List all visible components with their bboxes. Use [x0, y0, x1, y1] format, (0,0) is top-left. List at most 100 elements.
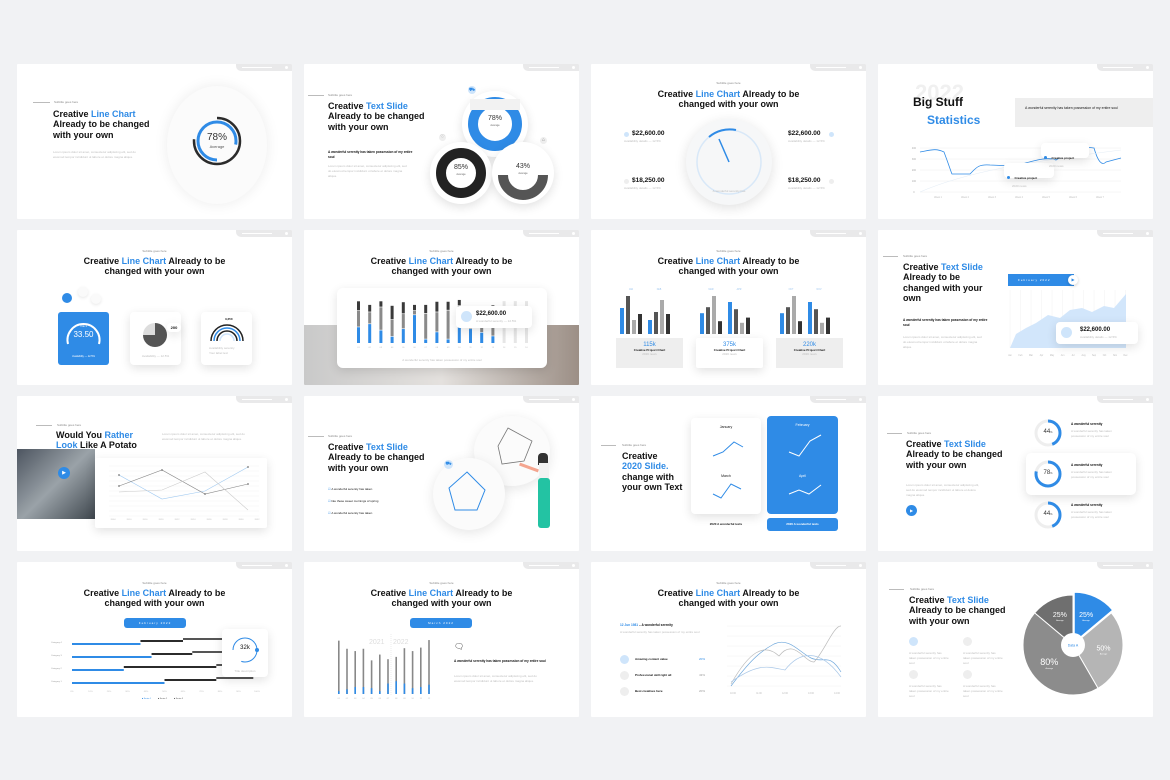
donut-label: Average — [518, 172, 528, 175]
pie-value: 200 — [167, 323, 181, 332]
month-selector[interactable]: February 2022 — [1008, 274, 1074, 286]
slide-8[interactable]: Subtitle goes here Creative Text Slide Al… — [878, 230, 1153, 385]
divider — [887, 433, 902, 434]
x-tick-label: 14:00 — [834, 693, 840, 695]
kicker: Subtitle goes here — [54, 100, 79, 104]
grouped-bar-chart: JAN FEB MAR APR OCT NOV — [620, 288, 830, 334]
slide-15[interactable]: Subtitle goes here Creative Line Chart A… — [591, 562, 866, 717]
slide-title: Creative 2020 Slide. change with your own … — [622, 451, 683, 493]
slice-value: 80% — [1040, 657, 1058, 667]
bar-segment — [72, 682, 165, 684]
footer-label: 2020 A wonderful texts — [709, 522, 743, 526]
x-tick-label: 13:00 — [808, 693, 814, 695]
play-button[interactable]: ▶ — [58, 467, 70, 479]
bar-segment — [413, 304, 416, 311]
bar-segment — [435, 332, 439, 343]
amount-caption: A wonderful serenity — 12.5% — [476, 319, 517, 323]
x-tick-label: 2016 — [143, 519, 149, 521]
x-tick-label: 02 — [368, 347, 371, 349]
kicker: Subtitle goes here — [328, 93, 353, 97]
gauge-label: Average — [209, 144, 225, 149]
legend-item: ■ Series 3 — [174, 697, 184, 700]
ring-title: A wonderful serenity — [1071, 422, 1103, 426]
wallet-icon — [461, 311, 472, 322]
slide-9[interactable]: Subtitle goes here Would You Rather Look … — [17, 396, 292, 551]
bar — [718, 321, 722, 334]
x-tick-label: 12:00 — [782, 693, 788, 695]
bar-segment — [192, 651, 226, 653]
play-button[interactable]: ▶ — [906, 505, 917, 516]
slide-13[interactable]: Subtitle goes here Creative Line Chart A… — [17, 562, 292, 717]
checklist: ☑ A wonderful serenity has taken ☑ like … — [328, 487, 378, 515]
line-chart: 2004 2010 2016 2020 2022 2024 2026 2028 2030 2032 — [109, 465, 260, 521]
series-line-2 — [730, 625, 842, 685]
amount-value: $22,600.00 — [632, 130, 665, 137]
x-tick-label: 05 — [370, 698, 373, 700]
ring-caption: Title description — [234, 669, 256, 673]
bar — [786, 307, 790, 334]
wallet-icon — [1061, 327, 1072, 338]
x-tick-label: 08 — [436, 347, 439, 349]
bar-segment — [480, 332, 484, 343]
footer-button[interactable]: 2020 A wonderful texts — [767, 518, 838, 531]
slide-14[interactable]: Subtitle goes here Creative Line Chart A… — [304, 562, 579, 717]
bar-highlight — [428, 684, 430, 694]
play-icon[interactable]: ▶ — [1068, 275, 1078, 285]
slide-tag — [236, 230, 292, 237]
bar — [728, 302, 732, 334]
bar-segment — [151, 653, 193, 655]
bar-segment — [424, 304, 428, 313]
bar-highlight — [379, 691, 381, 694]
bar-segment — [390, 305, 394, 320]
slide-6[interactable]: Subtitle goes here Creative Line Chart A… — [304, 230, 579, 385]
slide-1[interactable]: Subtitle goes here Creative Line Chart Al… — [17, 64, 292, 219]
x-tick-label: 12 — [428, 698, 431, 700]
bar — [798, 321, 802, 334]
x-tick-label: Week 6 — [1069, 197, 1077, 199]
stat-card-blue[interactable]: Title 4 33.50 Availability — 12.5% — [58, 312, 109, 365]
month-label: NOV — [817, 289, 822, 291]
slide-2[interactable]: Subtitle goes here Creative Text Slide Al… — [304, 64, 579, 219]
kicker: Subtitle goes here — [910, 587, 935, 591]
ring-title: A wonderful serenity — [1071, 463, 1103, 467]
stat-card-arc[interactable]: 3,250 Availability serenity Your label t… — [201, 312, 252, 365]
kicker: Subtitle goes here — [429, 581, 454, 585]
subhead: A wonderful serenity has taken possessio… — [903, 318, 988, 328]
slide-tag — [1097, 230, 1153, 237]
slide-4[interactable]: 2022 Big Stuff Statistics A wonderful se… — [878, 64, 1153, 219]
stat-card-pie[interactable]: 200 Availability — 12.5% — [130, 312, 181, 365]
month-label: OCT — [789, 289, 794, 291]
x-tick-label: 11 — [469, 347, 472, 349]
ring-value: 44% — [1043, 429, 1053, 435]
slide-title: Creative Line Chart Already to be change… — [657, 588, 800, 609]
group-sub: 2020 news — [802, 352, 817, 356]
bar-segment — [446, 310, 450, 339]
progress-ring: 44% — [1033, 418, 1063, 448]
bar-segment — [368, 304, 372, 312]
month-label: FEB — [657, 289, 662, 291]
tooltip: Creative project 2020 news — [1004, 163, 1054, 188]
slide-3[interactable]: Subtitle goes here Creative Line Chart A… — [591, 64, 866, 219]
slide-11[interactable]: Subtitle goes here Creative 2020 Slide. ch… — [591, 396, 866, 551]
dial-caption: A wonderful serenity has — [712, 189, 746, 193]
slide-10[interactable]: Subtitle goes here Creative Text Slide Al… — [304, 396, 579, 551]
month-selector[interactable]: March 2022 — [410, 618, 472, 628]
slide-5[interactable]: Subtitle goes here Creative Line Chart A… — [17, 230, 292, 385]
slide-16[interactable]: Subtitle goes here Creative Text Slide Al… — [878, 562, 1153, 717]
x-tick-label: 06 — [413, 347, 416, 349]
x-tick-label: 0% — [70, 691, 73, 693]
slide-7[interactable]: Subtitle goes here Creative Line Chart A… — [591, 230, 866, 385]
x-tick-label: 09 — [403, 698, 406, 700]
month-selector[interactable]: February 2022 — [124, 618, 186, 628]
gauge-value: 78% — [206, 132, 227, 143]
bar-highlight — [338, 691, 340, 694]
slide-tag — [236, 396, 292, 403]
stat-icon — [620, 686, 629, 696]
stat-icon — [620, 654, 629, 664]
slide-12[interactable]: Subtitle goes here Creative Text Slide Al… — [878, 396, 1153, 551]
amount-value: $22,600.00 — [1080, 327, 1111, 333]
y-tick-label: 0 — [913, 191, 915, 194]
body-text: Lorem ipsum dolor sit amet, consectetur … — [454, 674, 537, 683]
kicker: Subtitle goes here — [907, 431, 932, 435]
x-tick-label: 11:00 — [756, 693, 762, 695]
